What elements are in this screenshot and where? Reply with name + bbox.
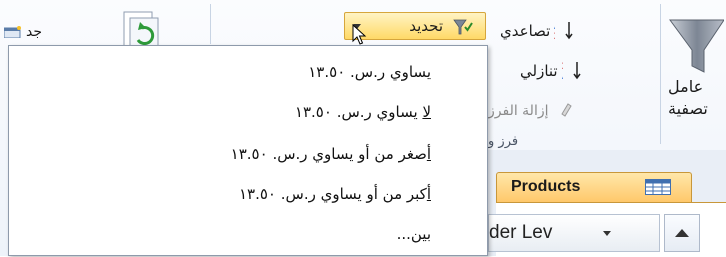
svg-text:Z: Z <box>562 62 563 72</box>
new-record-label: جد <box>26 24 43 40</box>
column-header[interactable]: der Lev <box>488 214 660 252</box>
new-record-button[interactable]: جد <box>3 22 43 42</box>
menu-item-label: يساوي ر.س. ١٣.٥٠ <box>294 103 423 121</box>
sort-ascending-button[interactable]: A Z تصاعدي <box>500 20 574 42</box>
menu-item-label: ين... <box>396 225 427 243</box>
selection-menu: يساوي ر.س. ١٣.٥٠ لا يساوي ر.س. ١٣.٥٠ أصغ… <box>8 45 488 256</box>
svg-text:A: A <box>554 22 555 32</box>
menu-item-accelerator: ي <box>426 63 431 81</box>
menu-item-accelerator: لا <box>422 103 431 121</box>
menu-item-equals[interactable]: يساوي ر.س. ١٣.٥٠ <box>13 54 487 90</box>
menu-item-accelerator: أ <box>426 145 431 163</box>
svg-text:Z: Z <box>552 110 553 118</box>
table-icon <box>645 179 671 199</box>
selection-label: تحديد <box>409 17 443 35</box>
menu-item-between[interactable]: بين... <box>13 216 487 252</box>
menu-item-label: ساوي ر.س. ١٣.٥٠ <box>308 63 427 81</box>
filter-label-line2: تصفية <box>668 99 708 118</box>
sort-descending-label: تنازلي <box>520 62 558 80</box>
menu-item-not-equals[interactable]: لا يساوي ر.س. ١٣.٥٠ <box>13 94 487 130</box>
filter-button-label[interactable]: عامل تصفية <box>668 76 726 120</box>
clear-sort-icon: A Z <box>547 100 573 122</box>
sort-ascending-icon: A Z <box>548 20 574 42</box>
menu-item-label: صغر من أو يساوي ر.س. ١٣.٥٠ <box>230 145 427 163</box>
column-header-label: der Lev <box>489 222 553 243</box>
svg-text:Z: Z <box>554 32 555 40</box>
selection-filter-icon <box>453 19 473 39</box>
column-dropdown-icon[interactable] <box>603 231 611 236</box>
menu-item-accelerator: أ <box>426 185 431 203</box>
sort-ascending-label: تصاعدي <box>500 22 551 40</box>
group-separator <box>660 4 661 144</box>
new-record-icon <box>3 26 22 39</box>
sort-descending-button[interactable]: Z A تنازلي <box>520 60 582 82</box>
svg-text:A: A <box>552 101 553 110</box>
scroll-up-button[interactable] <box>664 214 700 252</box>
tab-products-label: Products <box>511 178 581 195</box>
filter-funnel-icon[interactable] <box>668 6 725 78</box>
svg-text:A: A <box>562 72 563 80</box>
clear-sort-label: إزالة الفرز <box>488 103 549 119</box>
menu-item-accelerator: ب <box>426 225 431 243</box>
filter-label-line1: عامل <box>668 77 704 96</box>
clear-sort-button[interactable]: A Z إزالة الفرز <box>488 100 573 122</box>
menu-item-label: كبر من أو يساوي ر.س. ١٣.٥٠ <box>238 185 427 203</box>
sort-descending-icon: Z A <box>556 60 582 82</box>
group-separator <box>210 4 211 44</box>
sort-filter-group-label: فرز و <box>488 134 519 149</box>
menu-item-less-or-equal[interactable]: أصغر من أو يساوي ر.س. ١٣.٥٠ <box>13 136 487 172</box>
scroll-up-arrow-icon <box>675 229 689 237</box>
menu-item-greater-or-equal[interactable]: أكبر من أو يساوي ر.س. ١٣.٥٠ <box>13 176 487 212</box>
tab-products[interactable]: Products <box>496 172 692 202</box>
